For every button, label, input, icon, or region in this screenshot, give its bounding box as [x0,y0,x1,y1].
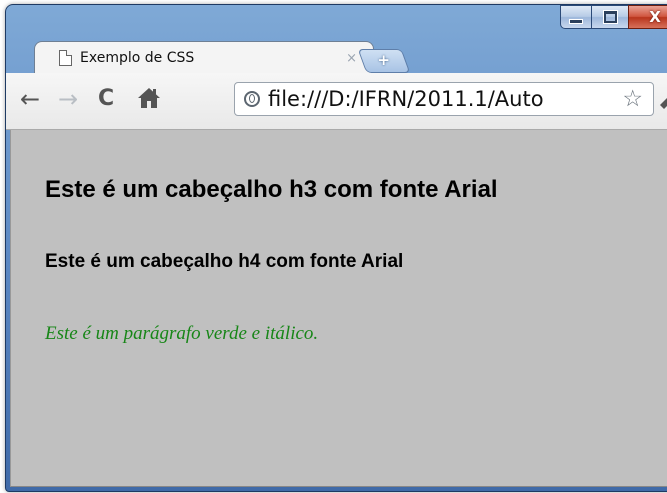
maximize-icon [602,10,618,24]
bookmark-star-icon[interactable]: ☆ [622,86,643,112]
back-button[interactable]: ← [20,86,40,112]
wrench-button[interactable] [658,87,667,116]
close-window-button[interactable]: X [628,5,667,29]
forward-arrow-icon: → [58,85,79,113]
page-content: Este é um cabeçalho h3 com fonte Arial E… [10,130,667,487]
globe-icon [244,91,260,107]
address-bar[interactable]: file:///D:/IFRN/2011.1/Auto ☆ [234,82,654,116]
green-italic-paragraph: Este é um parágrafo verde e itálico. [45,323,319,344]
heading-h4: Este é um cabeçalho h4 com fonte Arial [45,251,404,272]
home-button[interactable] [136,85,162,116]
tab-close-icon[interactable]: × [346,51,357,66]
forward-button[interactable]: → [58,86,78,112]
new-tab-button[interactable]: + [357,49,411,73]
tab-content: Exemplo de CSS [59,50,194,66]
minimize-button[interactable] [560,5,592,29]
wrench-icon [660,98,667,109]
plus-icon: + [377,51,390,69]
window-controls: X [560,5,667,29]
reload-icon: C [98,86,115,111]
page-icon [59,50,72,66]
close-icon: X [649,8,661,26]
reload-button[interactable]: C [98,86,114,112]
browser-toolbar: ← → C file:///D:/IFRN/2011.1/Auto ☆ [6,73,667,130]
maximize-button[interactable] [591,5,629,29]
home-icon [138,88,160,108]
browser-window: X Exemplo de CSS × + ← → C file:///D:/IF… [5,4,667,492]
minimize-icon [569,18,583,24]
back-arrow-icon: ← [20,85,41,113]
tab-exemplo-de-css[interactable]: Exemplo de CSS × [34,41,374,77]
url-text[interactable]: file:///D:/IFRN/2011.1/Auto [268,87,588,111]
tab-title: Exemplo de CSS [80,50,195,66]
heading-h3: Este é um cabeçalho h3 com fonte Arial [45,176,498,203]
